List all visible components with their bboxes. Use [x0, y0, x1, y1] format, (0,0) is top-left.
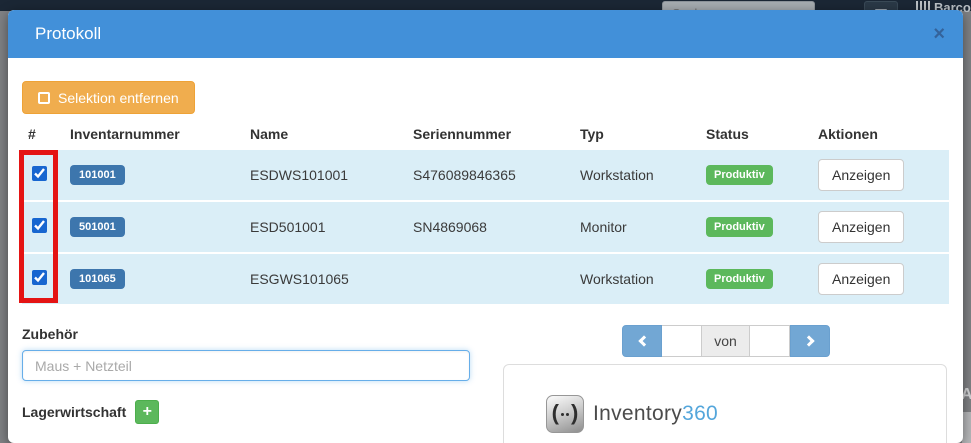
accessories-input[interactable]	[22, 350, 470, 381]
col-header-select: #	[22, 120, 70, 148]
row-checkbox[interactable]	[32, 218, 47, 233]
status-badge: Produktiv	[706, 165, 773, 185]
total-pages-input[interactable]	[750, 325, 790, 357]
current-page-input[interactable]	[662, 325, 702, 357]
col-header-inventarnummer: Inventarnummer	[70, 120, 250, 148]
modal-header: Protokoll ×	[8, 10, 963, 58]
col-header-typ: Typ	[580, 120, 706, 148]
row-checkbox[interactable]	[32, 270, 47, 285]
item-serial: SN4869068	[413, 202, 580, 252]
table-row: 501001 ESD501001 SN4869068 Monitor Produ…	[22, 202, 949, 252]
table-header-row: # Inventarnummer Name Seriennummer Typ S…	[22, 120, 949, 148]
table-row: 101001 ESDWS101001 S476089846365 Worksta…	[22, 150, 949, 200]
inventory-number-badge: 101065	[70, 269, 125, 289]
item-type: Monitor	[580, 202, 706, 252]
item-name: ESGWS101065	[250, 254, 413, 304]
inventory-table: # Inventarnummer Name Seriennummer Typ S…	[22, 118, 949, 306]
item-type: Workstation	[580, 150, 706, 200]
checkbox-outline-icon	[38, 92, 50, 104]
close-icon[interactable]: ×	[933, 24, 945, 44]
pagination-of-label: von	[702, 325, 750, 357]
show-item-button[interactable]: Anzeigen	[818, 211, 904, 243]
remove-selection-label: Selektion entfernen	[58, 90, 179, 106]
add-warehouse-button[interactable]: +	[135, 400, 159, 424]
background-page-panel	[962, 412, 971, 443]
item-name: ESDWS101001	[250, 150, 413, 200]
screen: Barco Ak Protokoll × Selektion entfernen…	[0, 0, 971, 443]
item-serial	[413, 254, 580, 304]
show-item-button[interactable]: Anzeigen	[818, 159, 904, 191]
modal-title: Protokoll	[35, 24, 933, 44]
col-header-seriennummer: Seriennummer	[413, 120, 580, 148]
warehouse-row: Lagerwirtschaft +	[22, 400, 159, 424]
col-header-aktionen: Aktionen	[818, 120, 949, 148]
col-header-status: Status	[706, 120, 818, 148]
status-badge: Produktiv	[706, 217, 773, 237]
remove-selection-button[interactable]: Selektion entfernen	[22, 81, 195, 114]
col-header-name: Name	[250, 120, 413, 148]
next-page-button[interactable]	[790, 325, 830, 357]
protokoll-modal: Protokoll × Selektion entfernen # Invent…	[8, 10, 963, 443]
brand-card: ( ) Inventory360	[503, 364, 947, 443]
brand-name: Inventory360	[593, 402, 718, 426]
status-badge: Produktiv	[706, 269, 773, 289]
brand-row: ( ) Inventory360	[546, 395, 718, 433]
inventory360-icon: ( )	[546, 395, 584, 433]
pagination: von	[622, 325, 830, 357]
warehouse-label: Lagerwirtschaft	[22, 404, 126, 420]
inventory-number-badge: 101001	[70, 165, 125, 185]
item-serial: S476089846365	[413, 150, 580, 200]
accessories-label: Zubehör	[22, 326, 78, 342]
table-row: 101065 ESGWS101065 Workstation Produktiv…	[22, 254, 949, 304]
previous-page-button[interactable]	[622, 325, 662, 357]
chevron-right-icon	[803, 335, 814, 346]
item-name: ESD501001	[250, 202, 413, 252]
chevron-left-icon	[638, 335, 649, 346]
item-type: Workstation	[580, 254, 706, 304]
inventory-number-badge: 501001	[70, 217, 125, 237]
show-item-button[interactable]: Anzeigen	[818, 263, 904, 295]
row-checkbox[interactable]	[32, 166, 47, 181]
